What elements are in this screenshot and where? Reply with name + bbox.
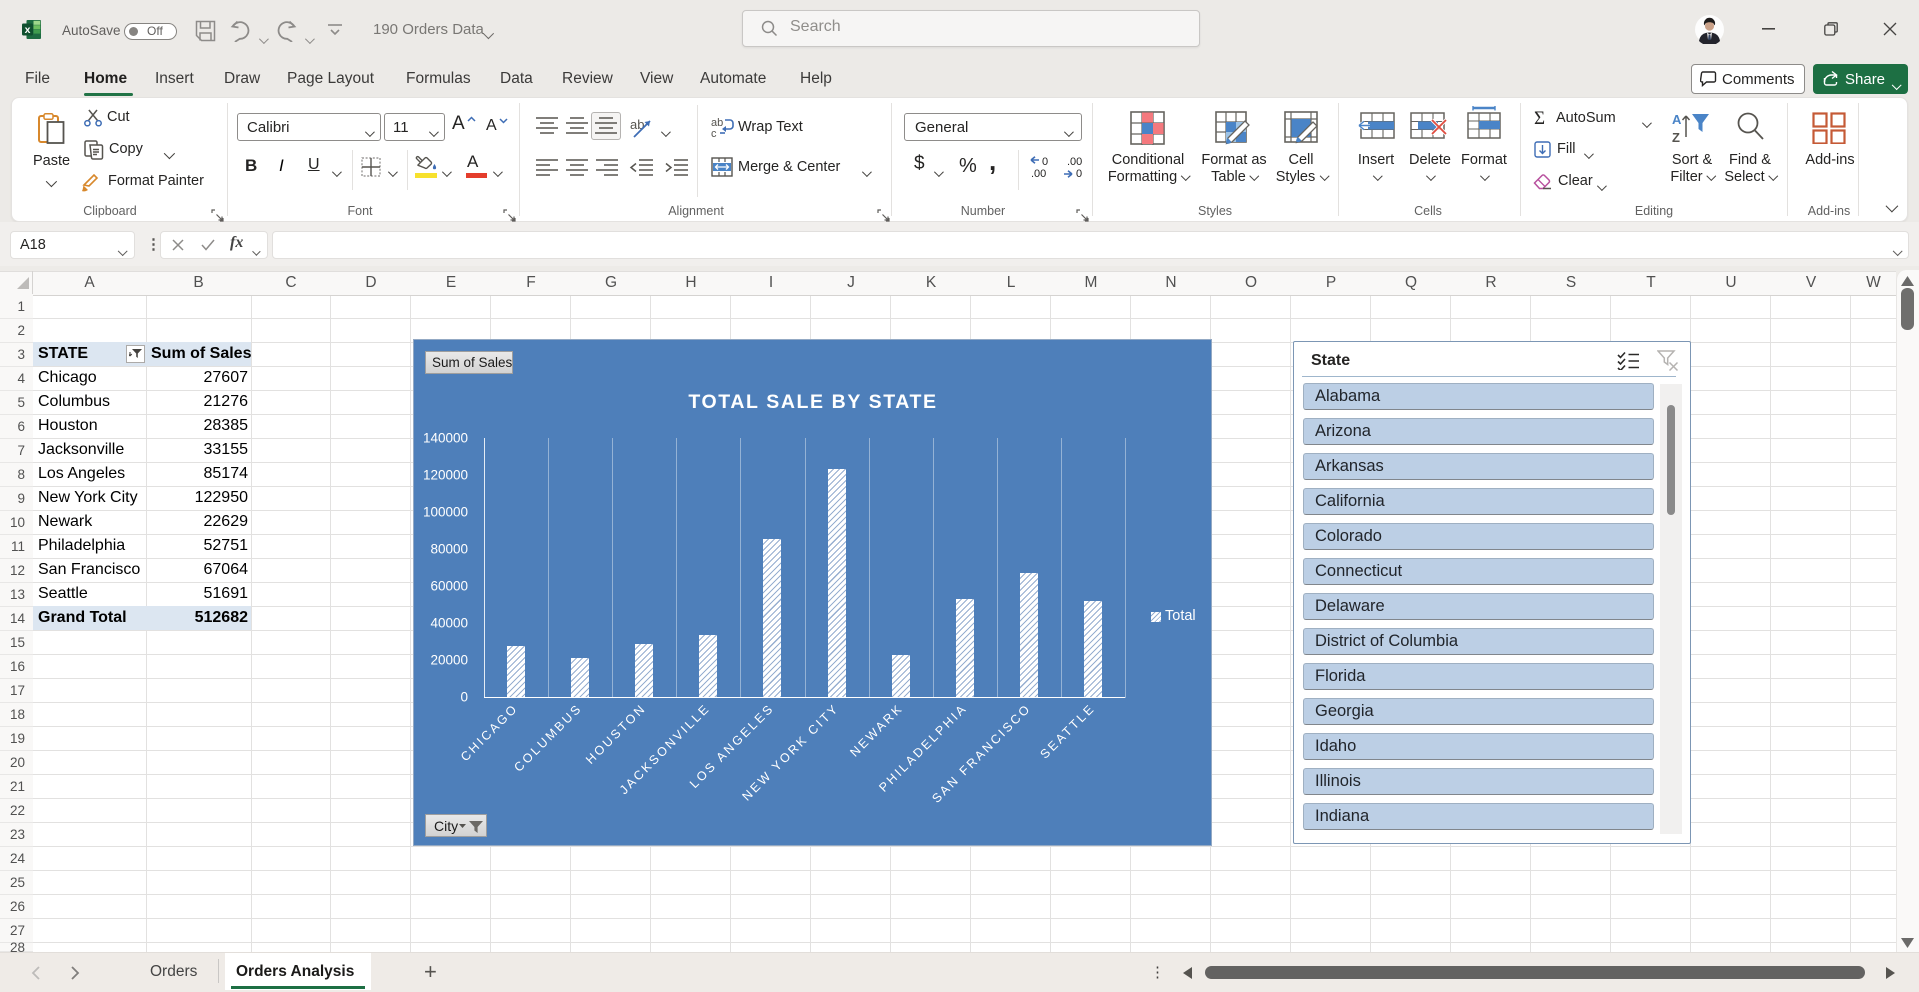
svg-text:A: A [1672,112,1682,127]
svg-text:c: c [711,128,717,140]
svg-text:0: 0 [1076,168,1082,179]
svg-text:Z: Z [1672,130,1680,144]
svg-text:.00: .00 [1067,156,1082,168]
svg-text:x: x [25,24,31,36]
svg-text:0: 0 [1042,156,1048,168]
svg-text:.00: .00 [1031,168,1046,179]
